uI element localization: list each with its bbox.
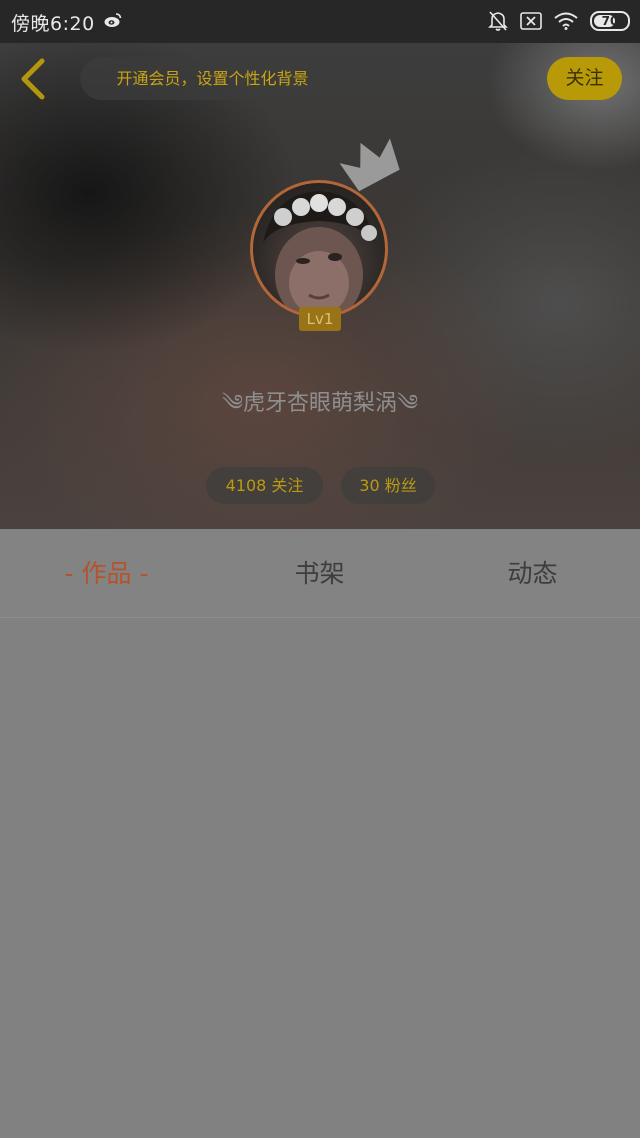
avatar[interactable] [250, 180, 388, 318]
level-badge: Lv1 [299, 307, 341, 331]
following-count[interactable]: 4108 关注 [206, 467, 323, 504]
username: ༄虎牙杏眼萌梨涡༄ [221, 391, 419, 416]
tab-content-area [0, 618, 640, 1138]
battery-level-text: 70 [601, 14, 619, 28]
avatar-image [263, 191, 377, 315]
profile-header: 开通会员，设置个性化背景 关注 Lv1 ༄虎牙杏眼萌梨涡༄ 4108 关注 30… [0, 43, 640, 529]
fans-count[interactable]: 30 粉丝 [341, 467, 435, 504]
weibo-icon [104, 13, 122, 27]
tab-bookshelf[interactable]: 书架 [213, 529, 426, 617]
vip-background-banner[interactable]: 开通会员，设置个性化背景 [80, 57, 345, 100]
profile-tabs: - 作品 - 书架 动态 [0, 529, 640, 618]
tab-activity[interactable]: 动态 [426, 529, 639, 617]
chevron-left-icon[interactable] [14, 57, 54, 101]
status-bar: 傍晚6:20 70 [0, 0, 640, 43]
wifi-icon [554, 12, 578, 30]
tab-works[interactable]: - 作品 - [0, 529, 213, 617]
follow-button[interactable]: 关注 [547, 57, 622, 100]
mute-bell-icon [488, 11, 508, 31]
battery-icon: 70 [590, 11, 630, 31]
no-sim-icon [520, 12, 542, 30]
status-icons: 70 [488, 10, 630, 32]
status-time: 傍晚6:20 [11, 13, 95, 35]
